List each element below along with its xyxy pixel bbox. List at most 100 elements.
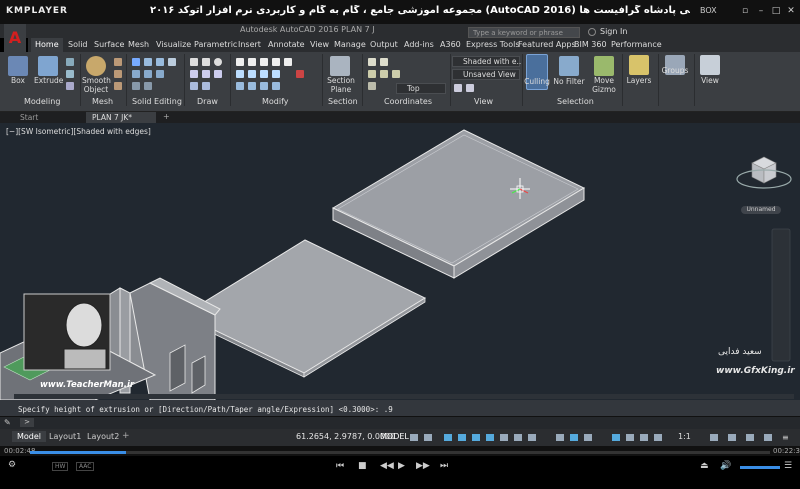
view-tool-icon[interactable] (454, 84, 462, 92)
panel-solid-editing-label[interactable]: Solid Editing (132, 97, 182, 106)
hatch-icon[interactable] (214, 70, 222, 78)
box-button[interactable]: Box (6, 76, 30, 85)
line-icon[interactable] (190, 58, 198, 66)
polar-icon[interactable] (458, 434, 466, 441)
trim-icon[interactable] (260, 58, 268, 66)
subtract-icon[interactable] (144, 58, 152, 66)
pin-icon[interactable]: ▫ (740, 6, 750, 16)
rewind-icon[interactable]: ◀◀ (380, 461, 394, 471)
draw-tool-icon[interactable] (190, 82, 198, 90)
otrack-icon[interactable] (486, 434, 494, 441)
move-gizmo-button[interactable]: Move Gizmo (590, 76, 618, 94)
panel-section-label[interactable]: Section (328, 97, 358, 106)
modify-tool-icon[interactable] (248, 70, 256, 78)
selection-cycling-icon[interactable] (528, 434, 536, 441)
settings-icon[interactable]: ☰ (784, 461, 792, 471)
start-tab[interactable]: Start (20, 113, 38, 122)
move-icon[interactable] (236, 58, 244, 66)
eject-icon[interactable]: ⏏ (700, 461, 709, 471)
tab-manage[interactable]: Manage (334, 40, 366, 49)
fullscreen-icon[interactable] (764, 434, 772, 441)
tab-output[interactable]: Output (370, 40, 398, 49)
add-layout-icon[interactable]: + (122, 431, 130, 441)
solid-tool-icon[interactable] (66, 70, 74, 78)
tab-featured-apps[interactable]: Featured Apps (518, 40, 576, 49)
mesh-tool-icon[interactable] (114, 82, 122, 90)
layers-button[interactable]: Layers (625, 76, 653, 85)
maximize-icon[interactable]: □ (771, 6, 781, 16)
rectangle-icon[interactable] (202, 70, 210, 78)
draw-tool-icon[interactable] (202, 82, 210, 90)
arc-icon[interactable] (190, 70, 198, 78)
box-button[interactable]: BOX (700, 6, 717, 15)
tab-layout2[interactable]: Layout2 (82, 431, 124, 442)
panel-draw-label[interactable]: Draw (197, 97, 218, 106)
minimize-icon[interactable]: – (756, 6, 766, 16)
solid-edit-icon[interactable] (144, 82, 152, 90)
intersect-icon[interactable] (156, 58, 164, 66)
next-icon[interactable]: ⏭ (440, 461, 448, 471)
modify-tool-icon[interactable] (236, 70, 244, 78)
ucs-tool-icon[interactable] (392, 70, 400, 78)
view-button[interactable]: View (696, 76, 724, 85)
solid-edit-icon[interactable] (132, 70, 140, 78)
isolate-objects-icon[interactable] (746, 434, 754, 441)
tab-surface[interactable]: Surface (94, 40, 124, 49)
rotate-icon[interactable] (248, 58, 256, 66)
ucs-tool-icon[interactable] (380, 70, 388, 78)
groups-button[interactable]: Groups (660, 66, 690, 75)
solid-edit-icon[interactable] (156, 70, 164, 78)
transparency-icon[interactable] (514, 434, 522, 441)
fast-forward-icon[interactable]: ▶▶ (416, 461, 430, 471)
tab-bim-360[interactable]: BIM 360 (574, 40, 607, 49)
tab-mesh[interactable]: Mesh (128, 40, 149, 49)
smooth-object-button[interactable]: Smooth Object (82, 76, 111, 94)
modify-tool-icon[interactable] (260, 82, 268, 90)
tab-layout1[interactable]: Layout1 (44, 431, 86, 442)
ucs-dropdown[interactable]: Top (396, 83, 446, 94)
ortho-icon[interactable] (444, 434, 452, 441)
search-icon[interactable] (588, 28, 596, 36)
drawing-tab[interactable]: PLAN 7 JK* (86, 112, 156, 123)
ucs-tool-icon[interactable] (368, 70, 376, 78)
extrude-button[interactable]: Extrude (34, 76, 63, 85)
sign-in-button[interactable]: Sign In (600, 27, 627, 36)
solid-tool-icon[interactable] (66, 82, 74, 90)
tab-parametric[interactable]: Parametric (194, 40, 237, 49)
section-plane-button[interactable]: Section Plane (326, 76, 356, 94)
new-tab-icon[interactable]: + (163, 112, 170, 121)
mesh-tool-icon[interactable] (114, 70, 122, 78)
panel-coordinates-label[interactable]: Coordinates (384, 97, 432, 106)
3d-osnap-icon[interactable] (556, 434, 564, 441)
modify-tool-icon[interactable] (272, 70, 280, 78)
tab-add-ins[interactable]: Add-ins (404, 40, 434, 49)
erase-icon[interactable] (296, 70, 304, 78)
visual-style-dropdown[interactable]: Shaded with e... (452, 56, 524, 67)
player-menu-icon[interactable]: ⚙ (8, 460, 16, 470)
tab-insert[interactable]: Insert (238, 40, 261, 49)
command-line[interactable] (0, 416, 800, 429)
annotation-scale-icon[interactable] (654, 434, 662, 441)
tab-solid[interactable]: Solid (68, 40, 88, 49)
solid-tool-icon[interactable] (66, 58, 74, 66)
tab-express-tools[interactable]: Express Tools (466, 40, 520, 49)
volume-slider[interactable] (740, 466, 780, 469)
panel-view-label[interactable]: View (474, 97, 493, 106)
prev-icon[interactable]: ⏮ (336, 461, 344, 471)
tab-performance[interactable]: Performance (611, 40, 662, 49)
modify-tool-icon[interactable] (236, 82, 244, 90)
customization-icon[interactable]: ≡ (782, 433, 789, 442)
lineweight-icon[interactable] (500, 434, 508, 441)
modify-tool-icon[interactable] (248, 82, 256, 90)
solid-edit-icon[interactable] (144, 70, 152, 78)
polyline-icon[interactable] (202, 58, 210, 66)
close-icon[interactable]: ✕ (786, 6, 796, 16)
mirror-icon[interactable] (284, 58, 292, 66)
stop-icon[interactable]: ■ (358, 461, 367, 471)
ucs-world-icon[interactable] (380, 58, 388, 66)
tab-view[interactable]: View (310, 40, 329, 49)
application-menu-button[interactable]: A (4, 24, 26, 52)
play-icon[interactable]: ▶ (398, 461, 405, 471)
tab-annotate[interactable]: Annotate (268, 40, 305, 49)
annotation-monitor-icon[interactable] (728, 434, 736, 441)
